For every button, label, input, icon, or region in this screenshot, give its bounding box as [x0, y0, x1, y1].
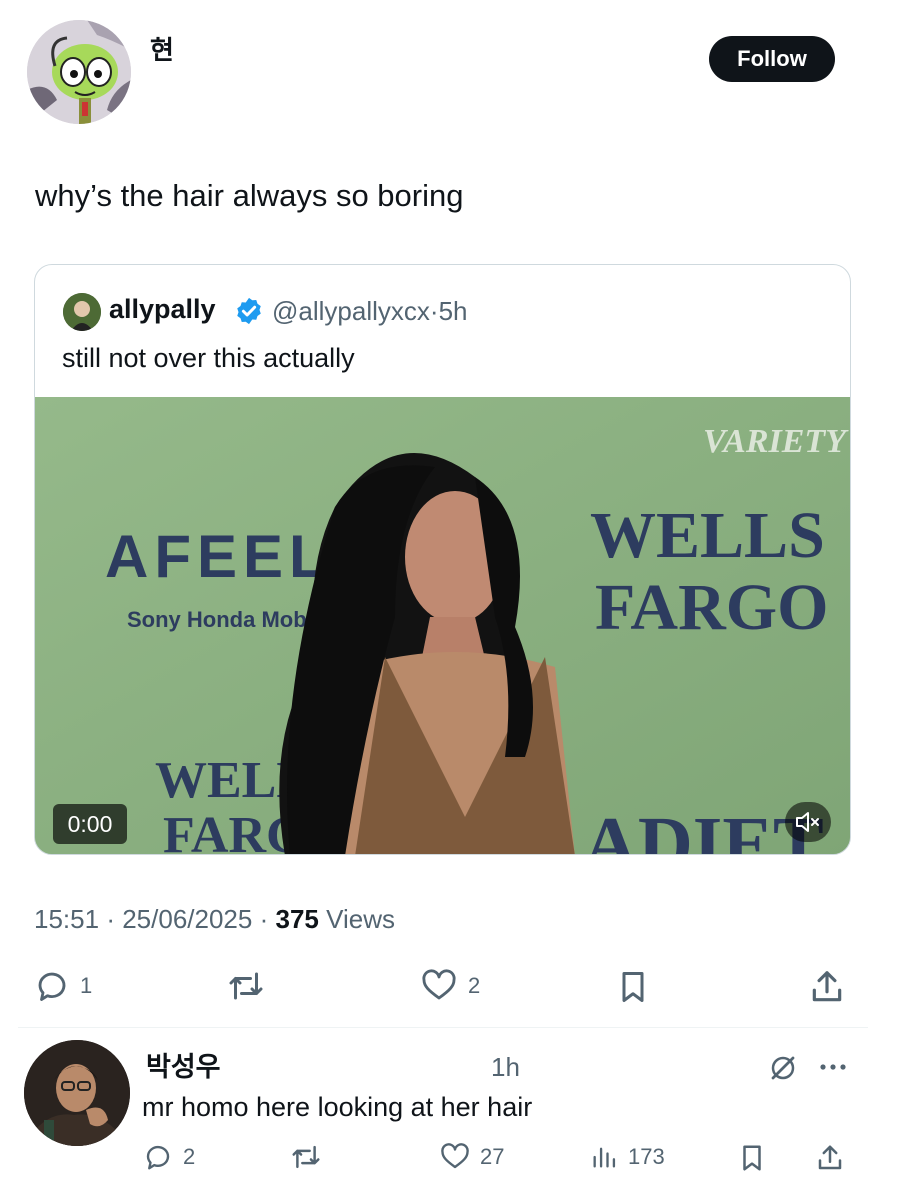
speaker-muted-icon [796, 812, 819, 832]
share-icon [812, 971, 842, 1002]
reply-views-count: 173 [628, 1144, 665, 1169]
heart-icon [441, 1143, 469, 1169]
retweet-icon [292, 1145, 320, 1169]
quoted-meta-separator: · [429, 296, 439, 326]
like-button[interactable]: 2 [420, 968, 480, 1004]
verified-badge-icon [237, 297, 261, 325]
reply-share-button[interactable] [815, 1142, 845, 1174]
share-icon [818, 1145, 842, 1170]
tweet-time: 15:51 [34, 904, 100, 934]
signage-afeel: AFEEL [105, 523, 332, 590]
reply-author-name[interactable]: 박성우 [146, 1045, 221, 1084]
signage-fargo: FARGO [595, 571, 828, 644]
meta-separator: · [106, 904, 115, 934]
video-media[interactable]: AFEEL Sony Honda Mobil VARIETY WELLS FAR… [35, 397, 850, 854]
heart-icon [422, 969, 456, 1000]
tweet-meta: 15:51 · 25/06/2025 · 375 Views [34, 904, 395, 935]
reply-age: 1h [491, 1052, 520, 1082]
grok-icon [771, 1056, 795, 1080]
author-display-name[interactable]: 현 [150, 30, 174, 67]
bookmark-icon [743, 1145, 761, 1171]
retweet-icon [229, 972, 263, 1000]
quoted-author-handle: @allypallyxcx·5h [272, 296, 467, 327]
reply-text: mr homo here looking at her hair [142, 1092, 533, 1122]
quoted-tweet-card[interactable]: allypally @allypallyxcx·5h still not ove… [34, 264, 851, 855]
views-count: 375 [275, 904, 319, 934]
meta-separator: · [259, 904, 269, 934]
reply-views-button[interactable]: 173 [590, 1142, 665, 1172]
reply-reply-button[interactable]: 2 [143, 1142, 195, 1172]
quoted-author-avatar[interactable] [63, 293, 101, 331]
reply-reply-count: 2 [183, 1144, 196, 1169]
grok-button[interactable] [768, 1053, 798, 1088]
reply-retweet-button[interactable] [290, 1142, 322, 1172]
signage-variety: VARIETY [703, 423, 849, 460]
analytics-icon [593, 1147, 616, 1168]
divider [18, 1027, 868, 1028]
video-frame: AFEEL Sony Honda Mobil VARIETY WELLS FAR… [35, 397, 850, 854]
bookmark-icon [622, 972, 644, 1002]
tweet-text: why’s the hair always so boring [35, 178, 464, 213]
reply-bookmark-button[interactable] [737, 1142, 767, 1174]
quoted-tweet-text: still not over this actually [62, 343, 355, 373]
reply-icon [38, 972, 66, 1001]
quoted-handle[interactable]: @allypallyxcx [272, 296, 430, 326]
tweet-date: 25/06/2025 [122, 904, 253, 934]
retweet-button[interactable] [226, 968, 266, 1004]
signage-wells: WELLS [590, 499, 825, 572]
quoted-age: 5h [438, 296, 468, 326]
reply-button[interactable]: 1 [34, 968, 92, 1004]
like-count: 2 [468, 973, 481, 998]
views-label: Views [326, 904, 396, 934]
reply-count: 1 [80, 973, 93, 998]
more-options-button[interactable] [818, 1060, 848, 1078]
reply-icon [146, 1145, 170, 1170]
reply-like-button[interactable]: 27 [440, 1142, 504, 1172]
mute-button[interactable] [785, 802, 831, 842]
share-button[interactable] [808, 968, 846, 1006]
signage-sony-honda: Sony Honda Mobil [127, 607, 319, 632]
reply-like-count: 27 [480, 1144, 505, 1169]
reply-author-avatar[interactable] [24, 1040, 130, 1146]
bookmark-button[interactable] [615, 968, 651, 1006]
more-dots-icon [820, 1064, 846, 1070]
follow-button[interactable]: Follow [709, 36, 835, 82]
author-avatar[interactable] [27, 20, 131, 124]
video-time-badge: 0:00 [53, 804, 127, 844]
quoted-author-name[interactable]: allypally [109, 294, 216, 325]
